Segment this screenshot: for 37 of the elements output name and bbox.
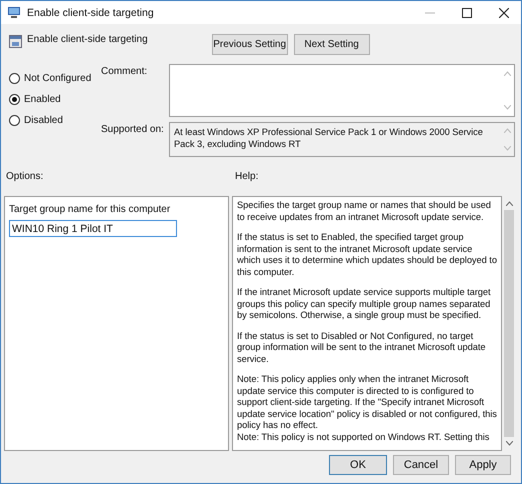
scroll-thumb[interactable]	[504, 210, 514, 437]
radio-button[interactable]	[9, 72, 20, 84]
help-paragraph: Note: This policy applies only when the intranet Microsoft update service this computer is directed to is configured to support client-side targeting. If the "Specify intranet Microsoft update service location" policy is disabled or not configured, this policy has no effect. Note: This policy is not supported on Windows RT. Setting this	[237, 374, 497, 443]
target-group-field[interactable]: WIN10 Ring 1 Pilot IT	[9, 220, 177, 237]
scroll-up-icon	[504, 128, 511, 133]
scroll-down-icon	[504, 146, 511, 151]
help-paragraph: If the status is set to Enabled, the specified target group information is sent to the intranet Microsoft update service which uses it to determine which updates should be deployed to this computer.	[237, 232, 497, 278]
help-paragraph: If the status is set to Disabled or Not Configured, no target group information will be sent to the intranet Microsoft update service.	[237, 330, 487, 365]
scroll-up-icon	[504, 71, 511, 76]
scroll-down-icon	[504, 105, 511, 110]
setting-button[interactable]: Previous Setting	[212, 34, 288, 55]
field-label: Target group name for this computer	[9, 204, 172, 215]
dialog-button[interactable]: OK	[329, 455, 387, 475]
policy-icon	[9, 35, 22, 48]
setting-button[interactable]: Next Setting	[294, 34, 370, 55]
policy-title: Enable client-side targeting	[27, 33, 148, 45]
radio-label: Enabled	[24, 94, 61, 104]
maximize-icon[interactable]	[462, 8, 472, 18]
supported-on-label: Supported on:	[101, 123, 165, 137]
scroll-down-icon	[506, 441, 512, 446]
comment-label: Comment:	[101, 65, 148, 79]
radio-button[interactable]	[9, 94, 20, 104]
radio-button[interactable]	[9, 114, 20, 126]
dialog-button[interactable]: Cancel	[393, 455, 449, 475]
scroll-up-icon	[506, 201, 512, 206]
help-paragraph: Specifies the target group name or names that should be used to receive updates from an intranet Microsoft update service.	[237, 200, 492, 223]
radio-label: Not Configured	[24, 72, 92, 84]
comment-field[interactable]	[169, 64, 515, 117]
help-label: Help:	[235, 170, 258, 182]
close-icon[interactable]	[499, 8, 509, 18]
radio-label: Disabled	[24, 114, 63, 126]
supported-on-text: At least Windows XP Professional Service Pack 1 or Windows 2000 Service Pack 3, excluding Windows RT	[173, 126, 484, 151]
options-label: Options:	[5, 170, 44, 182]
dialog-button[interactable]: Apply	[455, 455, 511, 475]
window-title: Enable client-side targeting	[27, 6, 154, 18]
help-paragraph: If the intranet Microsoft update service supports multiple target groups this policy can specify multiple group names separated by semicolons. Otherwise, a single group must be specified.	[237, 287, 492, 322]
computer-icon	[7, 6, 21, 19]
